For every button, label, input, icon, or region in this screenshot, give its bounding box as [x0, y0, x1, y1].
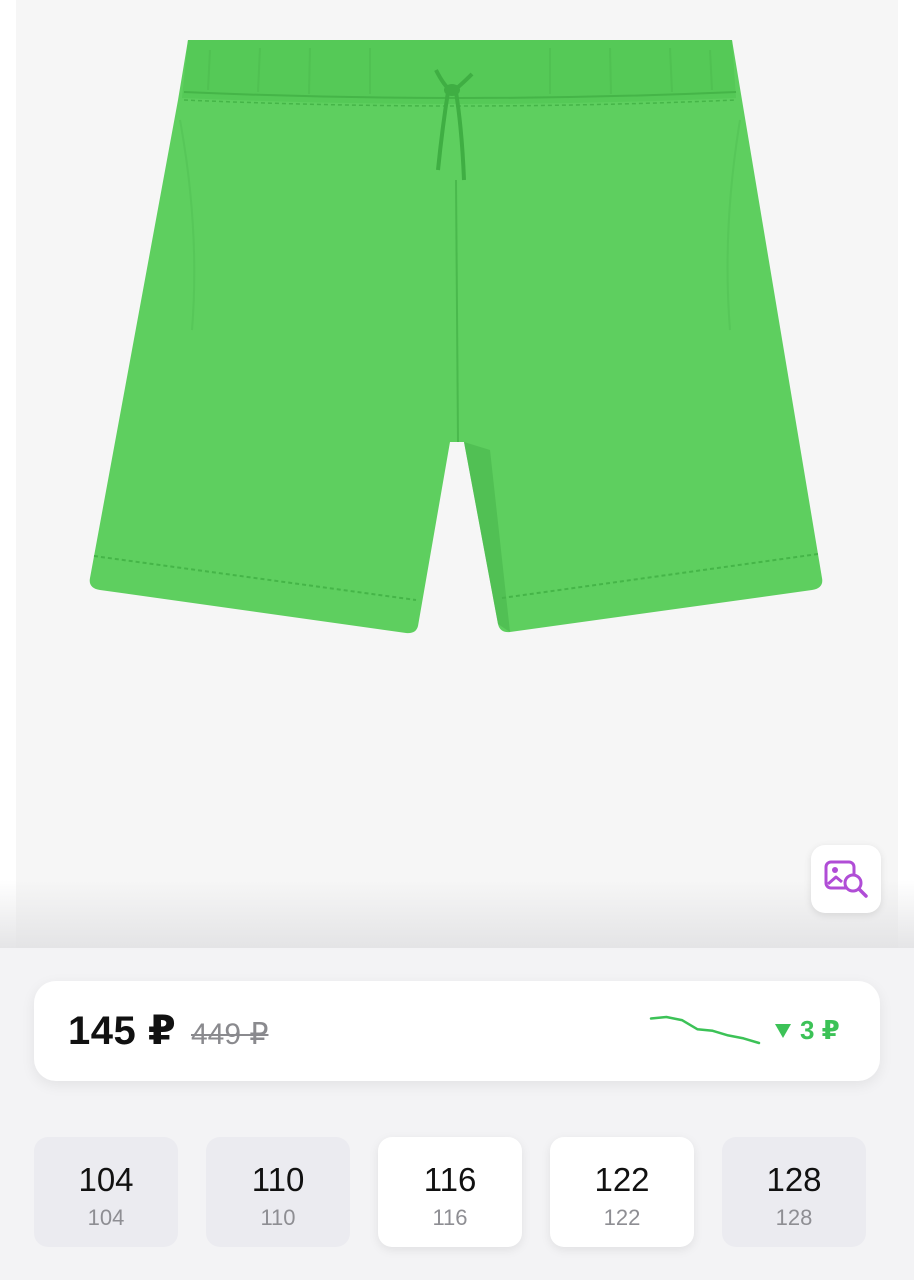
size-option[interactable]: 110 110 [206, 1137, 350, 1247]
size-sublabel: 116 [432, 1205, 468, 1230]
size-option[interactable]: 104 104 [34, 1137, 178, 1247]
size-sublabel: 110 [260, 1205, 296, 1230]
gallery-bottom-fade [0, 880, 914, 948]
size-label: 110 [251, 1161, 305, 1198]
price-change-value: 3 ₽ [800, 1015, 840, 1045]
image-search-icon [824, 860, 868, 898]
size-option[interactable]: 122 122 [550, 1137, 694, 1247]
size-sublabel: 128 [775, 1205, 813, 1230]
size-label: 128 [766, 1161, 822, 1198]
purchase-panel: 145 ₽ 449 ₽ 3 ₽ 104 104 110 110 116 116 … [0, 948, 914, 1280]
product-gallery[interactable] [0, 0, 914, 948]
size-sublabel: 122 [603, 1205, 641, 1230]
price-trend-line [649, 1015, 761, 1045]
size-option[interactable]: 116 116 [378, 1137, 522, 1247]
size-label: 104 [78, 1161, 134, 1198]
size-label: 116 [423, 1161, 477, 1198]
price-card[interactable]: 145 ₽ 449 ₽ 3 ₽ [34, 981, 880, 1081]
price-change: 3 ₽ [774, 1015, 840, 1046]
product-image[interactable] [80, 30, 840, 650]
size-sublabel: 104 [87, 1205, 125, 1230]
triangle-down-icon [775, 1023, 791, 1038]
product-page: 145 ₽ 449 ₽ 3 ₽ 104 104 110 110 116 116 … [0, 0, 914, 1280]
current-price: 145 ₽ [68, 1009, 177, 1053]
visual-search-button[interactable] [811, 845, 881, 913]
old-price: 449 ₽ [191, 1018, 269, 1051]
price-trend-chart[interactable] [649, 1015, 761, 1049]
size-option[interactable]: 128 128 [722, 1137, 866, 1247]
size-label: 122 [594, 1161, 650, 1198]
size-selector: 104 104 110 110 116 116 122 122 128 128 [0, 1137, 914, 1249]
